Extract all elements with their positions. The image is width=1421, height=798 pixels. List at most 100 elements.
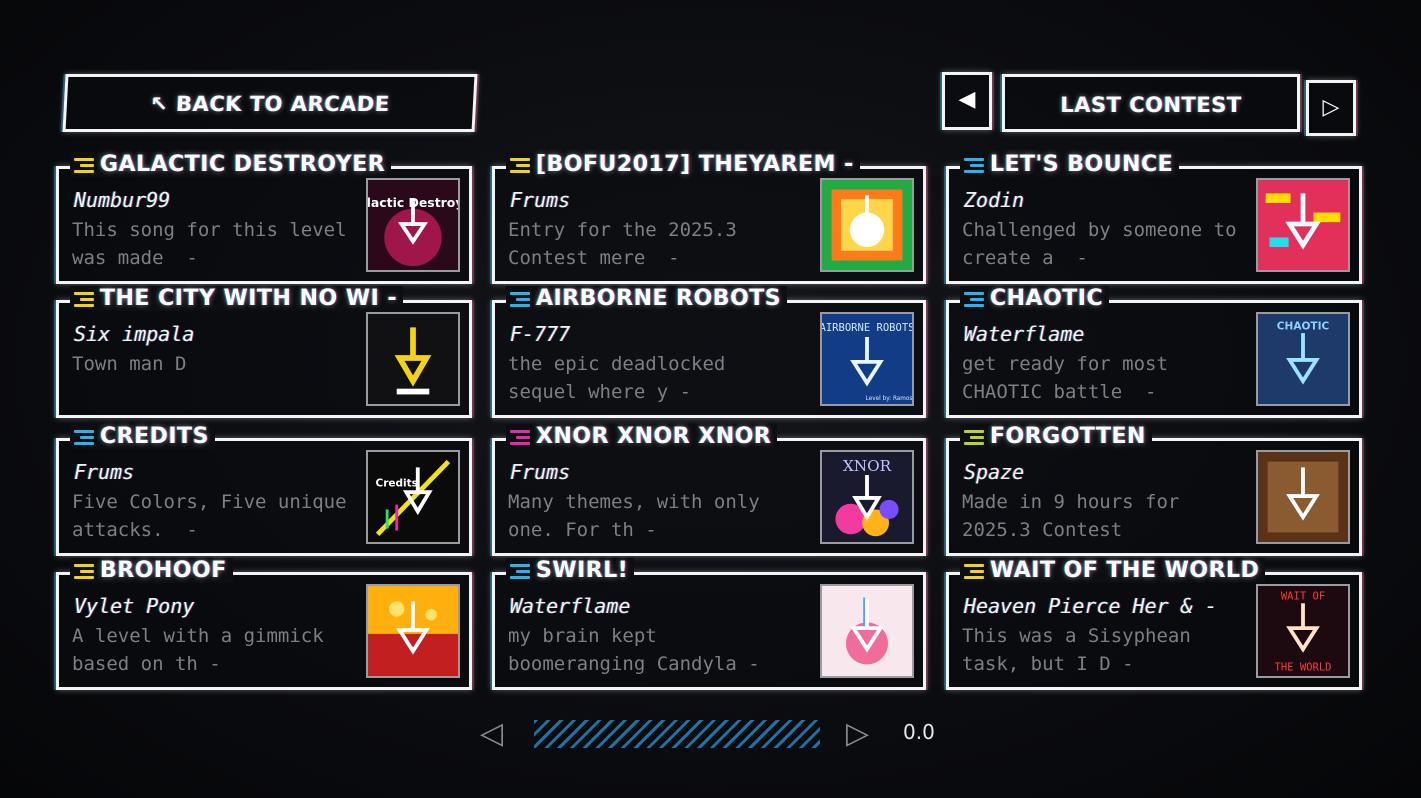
level-thumbnail: WAIT OF THE WORLD [1256,584,1350,678]
menu-lines-icon [964,291,984,307]
menu-line [80,163,94,167]
level-card[interactable]: CREDITS Frums Five Colors, Five unique a… [56,424,472,556]
level-artist: Numbur99 [74,188,171,212]
level-card[interactable]: CHAOTIC Waterflame get ready for most CH… [946,286,1362,418]
art-caption: CHAOTIC [1277,320,1330,332]
menu-lines-icon [964,157,984,173]
level-description: Challenged by someone to create a - [962,219,1237,269]
level-title-bar: LET'S BOUNCE [960,152,1180,177]
menu-line [964,157,984,161]
menu-line [964,429,984,433]
menu-lines-icon [510,563,530,579]
level-thumbnail: AIRBORNE ROBOTS Level by: Ramos [820,312,914,406]
menu-lines-icon [74,157,94,173]
level-card[interactable]: BROHOOF Vylet Pony A level with a gimmic… [56,558,472,690]
level-title: CREDITS [100,424,209,449]
level-thumbnail [366,312,460,406]
next-contest-button[interactable]: ▷ [1306,80,1356,136]
menu-line [74,441,94,445]
level-thumbnail [820,178,914,272]
level-description: Made in 9 hours for 2025.3 Contest [962,491,1180,541]
menu-line [964,291,984,295]
level-thumbnail [820,584,914,678]
level-artist: Frums [74,460,135,484]
menu-line [80,297,94,301]
level-title: WAIT OF THE WORLD [990,558,1260,583]
page-next-icon[interactable]: ▷ [846,716,869,751]
menu-lines-icon [964,563,984,579]
level-artist: F-777 [510,322,571,346]
level-title: BROHOOF [100,558,227,583]
level-artist: Waterflame [964,322,1085,346]
level-title-bar: BROHOOF [70,558,233,583]
level-artist: Heaven Pierce Her & - [964,594,1217,618]
menu-line [964,169,984,173]
menu-line [516,163,530,167]
level-thumbnail: XNOR [820,450,914,544]
level-description: my brain kept boomeranging Candyla - [508,625,760,675]
level-card[interactable]: THE CITY WITH NO WI - Six impala Town ma… [56,286,472,418]
contest-selector[interactable]: LAST CONTEST [1002,74,1300,132]
menu-line [80,435,94,439]
art-caption: XNOR [843,457,892,475]
level-title-bar: XNOR XNOR XNOR [506,424,778,449]
menu-line [964,575,984,579]
level-title: [BOFU2017] THEYAREM - [536,152,854,177]
page-scrollbar[interactable] [534,720,820,748]
menu-line [74,157,94,161]
level-card[interactable]: WAIT OF THE WORLD Heaven Pierce Her & - … [946,558,1362,690]
level-card[interactable]: LET'S BOUNCE Zodin Challenged by someone… [946,152,1362,284]
back-to-arcade-button[interactable]: ↖ BACK TO ARCADE [62,74,478,132]
menu-line [510,441,530,445]
level-title-bar: CHAOTIC [960,286,1110,311]
menu-line [74,291,94,295]
level-thumbnail: Galactic Destroyer [366,178,460,272]
level-artist: Six impala [74,322,195,346]
level-title: GALACTIC DESTROYER [100,152,386,177]
art-caption: AIRBORNE ROBOTS [822,322,912,334]
menu-line [970,435,984,439]
level-title: AIRBORNE ROBOTS [536,286,782,311]
level-title: THE CITY WITH NO WI - [100,286,398,311]
level-title-bar: WAIT OF THE WORLD [960,558,1266,583]
level-card[interactable]: XNOR XNOR XNOR Frums Many themes, with o… [492,424,926,556]
menu-line [516,569,530,573]
menu-line [510,575,530,579]
level-card[interactable]: SWIRL! Waterflame my brain kept boomeran… [492,558,926,690]
level-title-bar: THE CITY WITH NO WI - [70,286,404,311]
level-title-bar: SWIRL! [506,558,635,583]
zoom-readout: 0.0 [903,720,935,744]
level-artist: Waterflame [510,594,631,618]
level-card[interactable]: GALACTIC DESTROYER Numbur99 This song fo… [56,152,472,284]
menu-lines-icon [74,563,94,579]
menu-line [80,569,94,573]
level-title: LET'S BOUNCE [990,152,1174,177]
level-artist: Zodin [964,188,1025,212]
menu-line [510,291,530,295]
level-thumbnail [1256,450,1350,544]
level-description: Entry for the 2025.3 Contest mere - [508,219,737,269]
level-description: This song for this level was made - [72,219,347,269]
level-card[interactable]: FORGOTTEN Spaze Made in 9 hours for 2025… [946,424,1362,556]
art-credit: Level by: Ramos [866,396,912,402]
level-title-bar: FORGOTTEN [960,424,1152,449]
menu-line [74,169,94,173]
page-prev-icon[interactable]: ◁ [480,716,503,751]
level-description: the epic deadlocked sequel where y - [508,353,726,403]
level-description: Many themes, with only one. For th - [508,491,760,541]
level-thumbnail: CHAOTIC [1256,312,1350,406]
level-description: Town man D [72,353,187,375]
level-card[interactable]: [BOFU2017] THEYAREM - Frums Entry for th… [492,152,926,284]
level-description: This was a Sisyphean task, but I D - [962,625,1191,675]
level-artist: Spaze [964,460,1025,484]
menu-line [964,563,984,567]
menu-lines-icon [510,291,530,307]
level-card[interactable]: AIRBORNE ROBOTS F-777 the epic deadlocke… [492,286,926,418]
level-title: XNOR XNOR XNOR [536,424,772,449]
menu-line [510,429,530,433]
previous-contest-button[interactable]: ◀ [942,72,992,130]
level-description: Five Colors, Five unique attacks. - [72,491,347,541]
level-title: FORGOTTEN [990,424,1146,449]
menu-lines-icon [74,291,94,307]
level-description: get ready for most CHAOTIC battle - [962,353,1168,403]
